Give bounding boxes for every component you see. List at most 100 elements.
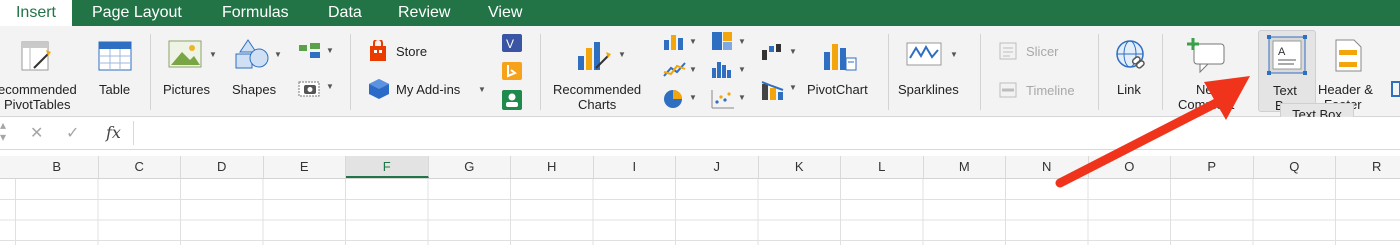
column-header-i[interactable]: I xyxy=(594,156,676,178)
group-separator xyxy=(1162,34,1163,110)
timeline-label: Timeline xyxy=(1026,83,1075,98)
column-header-o[interactable]: O xyxy=(1089,156,1171,178)
tab-page-layout[interactable]: Page Layout xyxy=(92,0,182,26)
formula-bar: ▴ ▾ ✕ ✓ fx xyxy=(0,117,1400,150)
chevron-down-icon: ▼ xyxy=(209,50,217,59)
tab-formulas[interactable]: Formulas xyxy=(222,0,289,26)
ribbon: ecommended PivotTables Table ▼ Pictures xyxy=(0,26,1400,117)
combo-chart-icon[interactable] xyxy=(760,78,786,102)
recommended-charts-label-2: Charts xyxy=(578,97,617,112)
tab-data[interactable]: Data xyxy=(328,0,362,26)
hierarchy-chart-icon[interactable] xyxy=(710,30,736,52)
new-comment-label-2: Comment xyxy=(1178,97,1235,112)
chevron-down-icon: ▼ xyxy=(738,65,746,74)
column-header-f[interactable]: F xyxy=(346,156,429,178)
pictures-label: Pictures xyxy=(163,82,210,97)
column-header-row: BCDEFGHIJKLMNOPQR xyxy=(0,156,1400,179)
column-header-c[interactable]: C xyxy=(99,156,181,178)
chevron-down-icon: ▼ xyxy=(789,83,797,92)
text-box-label: Text xyxy=(1273,83,1297,98)
recommended-pivottables-label: ecommended xyxy=(0,82,77,97)
slicer-label: Slicer xyxy=(1026,44,1059,59)
visio-icon[interactable]: V xyxy=(500,32,524,54)
column-header-h[interactable]: H xyxy=(511,156,594,178)
bing-icon[interactable] xyxy=(500,60,524,82)
column-header-n[interactable]: N xyxy=(1006,156,1089,178)
table-label: Table xyxy=(99,82,131,97)
chevron-down-icon: ▼ xyxy=(689,65,697,74)
chevron-down-icon: ▼ xyxy=(326,46,334,55)
column-header-l[interactable]: L xyxy=(841,156,924,178)
group-separator xyxy=(350,34,351,110)
sparklines-icon xyxy=(906,42,942,66)
column-header-e[interactable]: E xyxy=(264,156,346,178)
cancel-icon[interactable]: ✕ xyxy=(30,123,43,143)
shapes-label: Shapes xyxy=(232,82,277,97)
people-graph-icon[interactable] xyxy=(500,88,524,112)
recommended-pivottables-label-2: PivotTables xyxy=(4,97,71,112)
recommended-charts-icon xyxy=(578,42,611,70)
new-comment-icon xyxy=(1187,38,1225,74)
header-footer-icon xyxy=(1335,39,1362,72)
column-header-q[interactable]: Q xyxy=(1254,156,1336,178)
chevron-down-icon: ▼ xyxy=(950,50,958,59)
link-label: Link xyxy=(1117,82,1141,97)
chevron-down-icon: ▼ xyxy=(618,50,626,59)
chevron-down-icon: ▼ xyxy=(274,50,282,59)
header-footer-label: Header & xyxy=(1318,82,1373,97)
pivotchart-icon xyxy=(824,44,857,71)
column-chart-icon[interactable] xyxy=(662,32,688,52)
chevron-down-icon: ▼ xyxy=(789,47,797,56)
tab-review[interactable]: Review xyxy=(398,0,450,26)
shapes-icon xyxy=(235,39,269,69)
column-header-r[interactable]: R xyxy=(1336,156,1400,178)
column-header-m[interactable]: M xyxy=(924,156,1006,178)
function-icon[interactable]: fx xyxy=(106,123,121,142)
chevron-down-icon: ▼ xyxy=(689,93,697,102)
text-box-icon: A xyxy=(1267,35,1307,75)
statistic-chart-icon[interactable] xyxy=(710,60,736,80)
group-separator xyxy=(1098,34,1099,110)
column-header-p[interactable]: P xyxy=(1171,156,1254,178)
cell-grid[interactable] xyxy=(0,179,1400,245)
ribbon-tab-bar: Insert Page Layout Formulas Data Review … xyxy=(0,0,1400,26)
column-header-d[interactable]: D xyxy=(181,156,264,178)
pie-chart-icon[interactable] xyxy=(662,88,688,110)
new-comment-label: New xyxy=(1196,82,1223,97)
recommended-charts-label: Recommended xyxy=(553,82,642,97)
svg-text:V: V xyxy=(506,37,514,51)
enter-icon[interactable]: ✓ xyxy=(66,123,79,143)
smartart-icon xyxy=(299,43,320,58)
chevron-down-icon: ▼ xyxy=(326,82,334,91)
line-chart-icon[interactable] xyxy=(662,60,688,80)
svg-text:A: A xyxy=(1278,46,1286,58)
tab-view[interactable]: View xyxy=(488,0,522,26)
column-header-k[interactable]: K xyxy=(759,156,841,178)
group-separator xyxy=(540,34,541,110)
chevron-down-icon: ▼ xyxy=(738,93,746,102)
sparklines-label: Sparklines xyxy=(898,82,959,97)
column-header-b[interactable]: B xyxy=(16,156,99,178)
timeline-icon xyxy=(999,82,1017,98)
text-box-button[interactable]: A Text Box xyxy=(1258,30,1316,113)
pictures-icon xyxy=(168,40,202,68)
chevron-down-icon: ▼ xyxy=(478,85,486,94)
addins-icon xyxy=(369,79,389,99)
group-separator xyxy=(980,34,981,110)
scatter-chart-icon[interactable] xyxy=(710,88,736,110)
divider xyxy=(133,121,134,145)
chevron-down-icon: ▼ xyxy=(738,37,746,46)
column-header-j[interactable]: J xyxy=(676,156,759,178)
table-icon xyxy=(98,41,132,71)
group-separator xyxy=(888,34,889,110)
link-icon xyxy=(1116,40,1145,69)
tab-insert[interactable]: Insert xyxy=(0,0,72,26)
slicer-icon xyxy=(999,42,1017,60)
recommended-pivottables-icon xyxy=(21,41,51,71)
waterfall-chart-icon[interactable] xyxy=(760,42,786,62)
name-box-stepper[interactable]: ▴ ▾ xyxy=(0,119,6,143)
my-addins-label: My Add-ins xyxy=(396,82,461,97)
group-separator xyxy=(150,34,151,110)
wordart-icon[interactable] xyxy=(1390,76,1400,106)
column-header-g[interactable]: G xyxy=(429,156,511,178)
